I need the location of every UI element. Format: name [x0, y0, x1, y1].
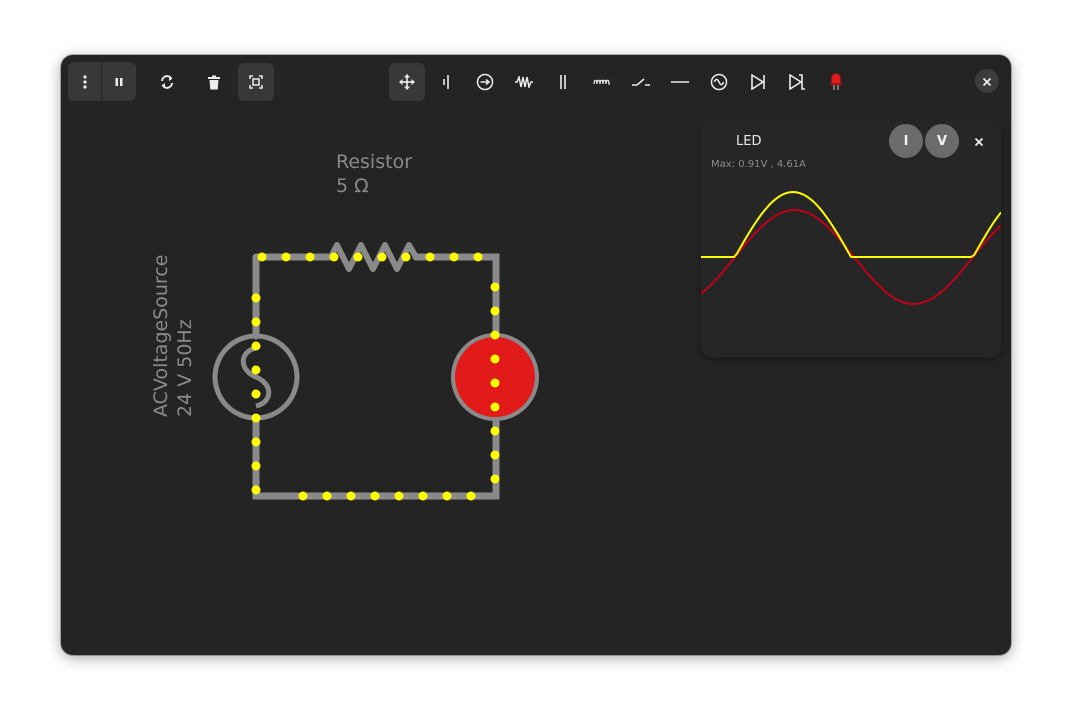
current-dot: [490, 426, 500, 436]
current-dot: [251, 317, 261, 327]
scope-plot: [701, 190, 1001, 306]
oscilloscope-panel: LED Max: 0.91V , 4.61A I V: [701, 119, 1001, 357]
current-dot: [490, 450, 500, 460]
current-dot: [449, 252, 459, 262]
current-dot: [251, 437, 261, 447]
current-dot: [490, 402, 500, 412]
current-dot: [418, 491, 428, 501]
current-dot: [251, 413, 261, 423]
current-dot: [251, 293, 261, 303]
current-dot: [329, 252, 339, 262]
current-dot: [257, 252, 267, 262]
current-dot: [490, 306, 500, 316]
source-name: ACVoltageSource: [150, 254, 172, 417]
current-dot: [394, 491, 404, 501]
current-dot: [251, 485, 261, 495]
resistor-name: Resistor: [336, 151, 412, 173]
current-dot: [466, 491, 476, 501]
current-dot: [490, 354, 500, 364]
source-label: ACVoltageSource 24 V 50Hz: [149, 255, 197, 417]
current-dot: [298, 491, 308, 501]
source-value: 24 V 50Hz: [174, 319, 196, 417]
current-dot: [305, 252, 315, 262]
current-dot: [251, 341, 261, 351]
current-dot: [281, 252, 291, 262]
current-dot: [490, 378, 500, 388]
current-dot: [322, 491, 332, 501]
current-dot: [490, 330, 500, 340]
current-dot: [370, 491, 380, 501]
current-dot: [473, 252, 483, 262]
current-dot: [251, 461, 261, 471]
current-dot: [353, 252, 363, 262]
current-dot: [425, 252, 435, 262]
current-dot: [442, 491, 452, 501]
current-dot: [346, 491, 356, 501]
voltage-trace: [701, 190, 1001, 258]
current-dot: [251, 389, 261, 399]
current-dot: [490, 282, 500, 292]
app-window: Resistor 5 Ω ACVoltageSource 24 V 50Hz L…: [61, 55, 1011, 655]
resistor-label: Resistor 5 Ω: [336, 150, 412, 198]
current-dot: [377, 252, 387, 262]
resistor-value: 5 Ω: [336, 175, 369, 197]
current-dot: [251, 365, 261, 375]
current-dot: [490, 474, 500, 484]
current-dot: [401, 252, 411, 262]
